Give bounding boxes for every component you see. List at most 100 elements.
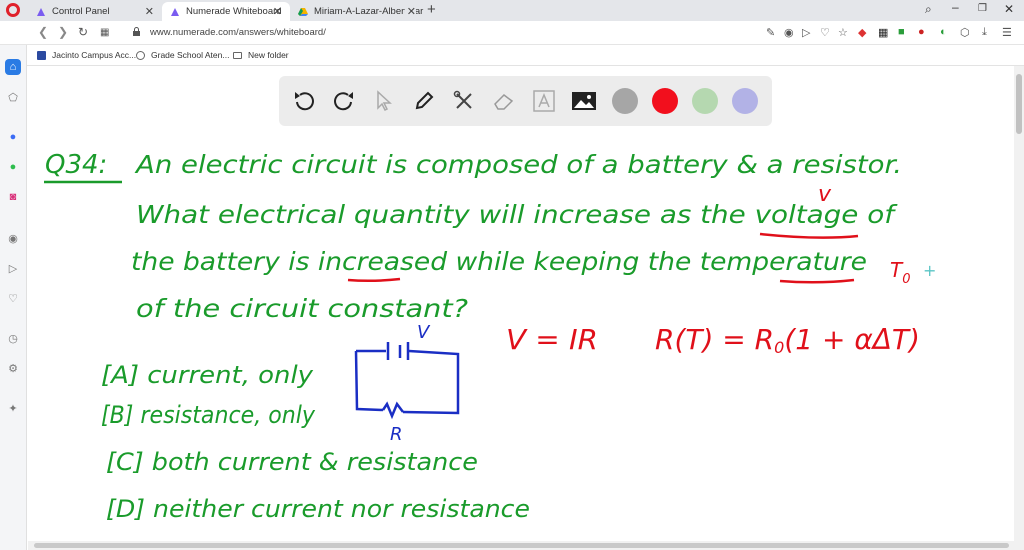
circuit-wire [354,349,460,415]
pen-icon[interactable] [411,88,437,114]
forward-icon[interactable]: ❯ [58,25,68,39]
cube-icon[interactable]: ⬡ [960,26,970,39]
bookmark-new-folder[interactable]: New folder [233,50,289,60]
color-gray-button[interactable] [612,88,638,114]
text-icon[interactable] [531,88,557,114]
ohms-law-equation: V = IR [506,323,598,356]
player-icon[interactable]: ◉ [5,230,21,246]
send-icon[interactable]: ▷ [802,26,810,39]
question-line-1: An electric circuit is composed of a bat… [134,150,902,179]
resistance-temperature-equation: R(T) = R0(1 + αΔT) [655,323,920,357]
scrollbar-thumb[interactable] [34,543,1009,548]
horizontal-scrollbar[interactable] [28,541,1014,550]
temperature-underline [779,278,855,284]
grid-icon[interactable]: ▦ [878,26,888,39]
color-purple-button[interactable] [732,88,758,114]
tab-control-panel[interactable]: Control Panel ✕ [28,2,162,21]
extension-red-icon[interactable]: ● [918,26,925,38]
resistor-label: R [390,424,403,445]
circuit-diagram [354,342,460,420]
settings-icon[interactable]: ⚙ [5,360,21,376]
heart-icon[interactable]: ♡ [5,290,21,306]
temperature-symbol: T0 [890,258,911,287]
voltage-underline [759,232,859,239]
scrollbar-thumb[interactable] [1016,74,1022,134]
tips-icon[interactable]: ✦ [5,400,21,416]
lock-icon [133,27,140,36]
bookmark-favicon-icon [37,50,46,60]
whiteboard-canvas[interactable]: Q34: An electric circuit is composed of … [28,130,1014,542]
image-icon[interactable] [571,88,597,114]
close-icon[interactable]: ✕ [404,5,416,18]
bookmarks-bar: Jacinto Campus Acc... Grade School Aten.… [0,45,1024,66]
extension-icon[interactable]: ◆ [858,26,866,39]
folder-icon [233,51,242,59]
address-bar: ❮ ❯ ↻ ▦ www.numerade.com/answers/whitebo… [0,21,1024,45]
bookmark-label: Jacinto Campus Acc... [52,50,137,60]
bookmark-grade-school[interactable]: Grade School Aten... [136,50,229,60]
option-b: [B] resistance, only [101,401,316,429]
question-label: Q34: [45,150,107,180]
tab-miriam[interactable]: Miriam-A-Lazar-Albert-Tar ✕ [290,2,424,21]
camera-icon[interactable]: ◉ [784,26,794,39]
extension-shield-icon[interactable]: ◐ [940,26,947,38]
opera-logo-icon[interactable] [6,3,20,17]
numerade-favicon-icon [171,7,179,16]
tab-label: Numerade Whiteboard [186,6,282,17]
question-line-4: of the circuit constant? [136,294,468,323]
question-line-2: What electrical quantity will increase a… [136,200,898,229]
restore-icon[interactable]: ❐ [978,3,987,14]
instagram-icon[interactable]: ◙ [5,189,21,205]
resistor-zigzag [381,401,404,420]
star-icon[interactable]: ☆ [838,26,848,39]
numerade-favicon-icon [37,7,45,16]
url-field[interactable]: www.numerade.com/answers/whiteboard/ [150,27,326,38]
close-icon[interactable]: ✕ [273,5,282,18]
undo-icon[interactable] [291,88,317,114]
battery-voltage-label: V [417,322,431,343]
bookmark-jacinto[interactable]: Jacinto Campus Acc... [37,50,136,60]
pinboard-icon[interactable]: ⬠ [5,89,21,105]
tools-icon[interactable] [451,88,477,114]
voltage-checkmark: v [818,182,832,207]
color-green-button[interactable] [692,88,718,114]
question-line-3: the battery is increased while keeping t… [131,247,867,276]
option-d: [D] neither current nor resistance [106,495,530,523]
color-red-button[interactable] [652,88,678,114]
back-icon[interactable]: ❮ [38,25,48,39]
tab-numerade-whiteboard[interactable]: Numerade Whiteboard ✕ [162,2,290,21]
eraser-icon[interactable] [491,88,517,114]
send-icon[interactable]: ▷ [5,260,21,276]
whiteboard-toolbar [279,76,772,126]
drive-favicon-icon [298,7,308,16]
whatsapp-icon[interactable]: ● [5,159,21,175]
extension-green-icon[interactable]: ■ [898,26,905,38]
minimize-icon[interactable]: – [952,0,959,14]
bookmark-label: Grade School Aten... [151,50,230,60]
bookmark-label: New folder [248,50,289,60]
heart-icon[interactable]: ♡ [820,26,830,39]
messenger-icon[interactable]: ● [5,129,21,145]
close-window-icon[interactable]: ✕ [1004,2,1014,16]
tab-label: Control Panel [52,6,110,17]
reload-icon[interactable]: ↻ [78,25,88,39]
globe-icon [136,50,145,60]
increased-underline [347,277,401,283]
tab-bar: Control Panel ✕ Numerade Whiteboard ✕ Mi… [0,0,1024,21]
vertical-scrollbar[interactable] [1014,66,1024,550]
history-icon[interactable]: ◷ [5,330,21,346]
redo-icon[interactable] [331,88,357,114]
home-icon[interactable]: ⌂ [5,59,21,75]
speed-dial-icon[interactable]: ▦ [100,27,109,38]
search-tabs-icon[interactable]: ⌕ [925,2,932,17]
edit-icon[interactable]: ✎ [766,26,775,39]
option-a: [A] current, only [101,361,314,389]
opera-sidebar: ⌂ ⬠ ● ● ◙ ◉ ▷ ♡ ◷ ⚙ ✦ [0,45,27,550]
menu-icon[interactable]: ☰ [1002,26,1012,39]
cursor-icon[interactable] [371,88,397,114]
cursor-plus-icon: + [923,261,936,280]
download-icon[interactable]: ⤓ [982,26,987,39]
option-c: [C] both current & resistance [106,448,478,476]
close-icon[interactable]: ✕ [145,5,154,18]
new-tab-icon[interactable]: + [427,1,436,18]
